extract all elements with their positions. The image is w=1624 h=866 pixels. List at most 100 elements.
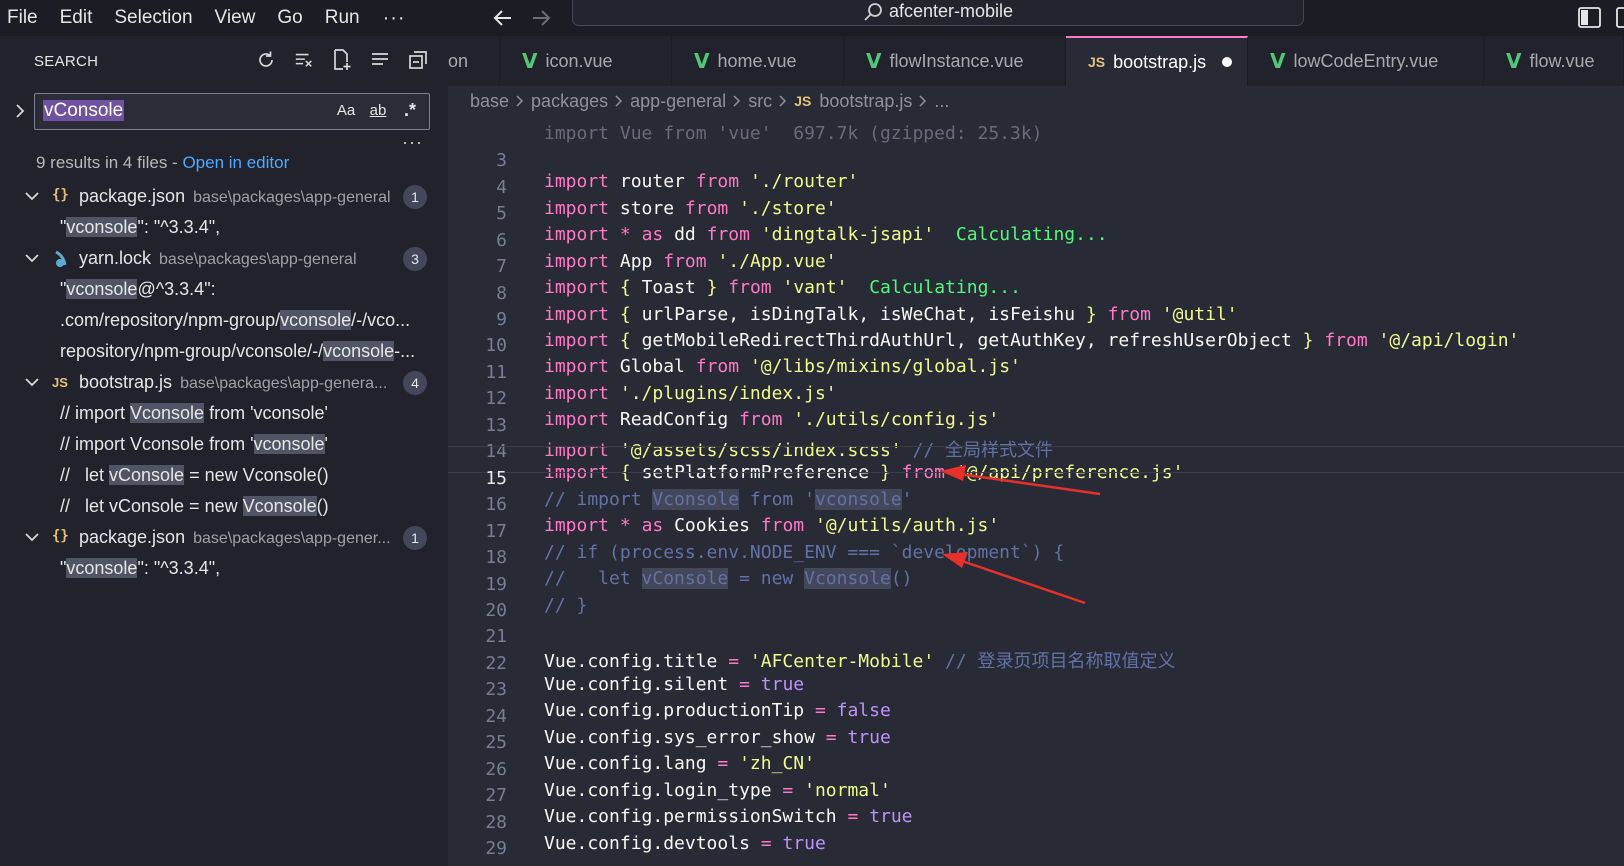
menu-view[interactable]: View	[204, 6, 267, 30]
breadcrumb-item[interactable]: packages	[531, 91, 608, 112]
chevron-down-icon[interactable]	[24, 374, 40, 390]
layout-controls	[1578, 0, 1624, 36]
match-line[interactable]: repository/npm-group/vconsole/-/vconsole…	[0, 336, 448, 367]
new-search-editor-icon[interactable]	[332, 49, 352, 71]
tab-home-vue[interactable]: V home.vue	[672, 36, 844, 86]
result-file-path: base\packages\app-general	[159, 251, 357, 268]
code-line: 16 import * as Cookies from '@/utils/aut…	[448, 473, 1624, 536]
menu-run[interactable]: Run	[314, 6, 371, 30]
chevron-right-icon	[918, 94, 928, 108]
code-line: 14 import { setPlatformPreference } from…	[448, 420, 1624, 483]
match-line[interactable]: .com/repository/npm-group/vconsole/-/vco…	[0, 305, 448, 336]
result-file-row[interactable]: {} package.json base\packages\app-gener..…	[0, 522, 448, 553]
result-file-name: bootstrap.js base\packages\app-genera...	[79, 372, 388, 392]
code-line: import Vue from 'vue' 697.7k (gzipped: 2…	[448, 116, 1624, 144]
regex-toggle[interactable]: .*	[399, 100, 421, 121]
code-line: 6 import App from './App.vue'	[448, 209, 1624, 272]
code-line: 18 // let vConsole = new Vconsole()	[448, 526, 1624, 589]
result-count-badge: 1	[403, 185, 427, 209]
breadcrumb-symbol[interactable]: ...	[934, 91, 949, 112]
chevron-down-icon[interactable]	[24, 250, 40, 266]
forward-arrow-icon[interactable]	[530, 7, 552, 29]
search-input[interactable]: vConsole	[43, 100, 125, 124]
tab-label: flow.vue	[1529, 50, 1595, 71]
match-line[interactable]: // import Vconsole from 'vconsole'	[0, 398, 448, 429]
editor-tabs: on V icon.vue V home.vue V flowInstance.…	[448, 36, 1624, 86]
code-line: 12 import ReadConfig from './utils/confi…	[448, 367, 1624, 430]
menu-go[interactable]: Go	[266, 6, 313, 30]
breadcrumb-item[interactable]: base	[470, 91, 509, 112]
tab-partial[interactable]: on	[448, 36, 500, 86]
view-as-list-icon[interactable]	[370, 49, 390, 71]
match-case-toggle[interactable]: Aa	[335, 102, 357, 119]
code-line: 24 Vue.config.sys_error_show = true	[448, 685, 1624, 748]
clear-results-icon[interactable]	[294, 49, 314, 71]
code-line: 9 import { getMobileRedirectThirdAuthUrl…	[448, 288, 1624, 351]
tab-bootstrap-js[interactable]: JS bootstrap.js	[1066, 36, 1248, 86]
whole-word-toggle[interactable]: ab	[367, 102, 389, 119]
search-options: Aa ab .*	[335, 100, 421, 121]
code-line: 10 import Global from '@/libs/mixins/glo…	[448, 314, 1624, 377]
breadcrumb-item[interactable]: src	[748, 91, 772, 112]
tab-flowinstance-vue[interactable]: V flowInstance.vue	[844, 36, 1066, 86]
code-editor[interactable]: import Vue from 'vue' 697.7k (gzipped: 2…	[448, 116, 1624, 866]
open-in-editor-link[interactable]: Open in editor	[182, 153, 289, 172]
tab-label: lowCodeEntry.vue	[1293, 50, 1439, 71]
results-summary: 9 results in 4 files - Open in editor	[36, 153, 289, 173]
result-count-badge: 3	[403, 247, 427, 271]
result-file-row[interactable]: {} package.json base\packages\app-general…	[0, 181, 448, 212]
code-line-current: 15 // import Vconsole from 'vconsole'	[448, 446, 1624, 510]
search-input-box[interactable]: vConsole Aa ab .*	[34, 93, 430, 130]
js-file-icon: JS	[794, 93, 812, 109]
tab-label: icon.vue	[545, 50, 613, 71]
code-line: 28 Vue.config.devtools = true	[448, 791, 1624, 854]
command-center[interactable]: afcenter-mobile	[572, 0, 1304, 26]
result-file-row[interactable]: JS bootstrap.js base\packages\app-genera.…	[0, 367, 448, 398]
menu-more-button[interactable]: ···	[371, 7, 418, 30]
menu-bar: File Edit Selection View Go Run ···	[0, 0, 418, 36]
code-line: 19 // }	[448, 553, 1624, 616]
tab-label: flowInstance.vue	[889, 50, 1024, 71]
menu-selection[interactable]: Selection	[103, 6, 203, 30]
line-number: 29	[485, 838, 507, 859]
code-line: 3 import router from './router'	[448, 129, 1624, 192]
unsaved-dot-icon[interactable]	[1222, 57, 1233, 67]
menu-file[interactable]: File	[0, 6, 49, 30]
collapse-all-icon[interactable]	[408, 49, 428, 71]
match-line[interactable]: "vconsole": "^3.3.4",	[0, 212, 448, 243]
toggle-search-details-button[interactable]: ···	[402, 132, 423, 153]
match-line[interactable]: // let vConsole = new Vconsole()	[0, 491, 448, 522]
code-line: 22 Vue.config.silent = true	[448, 632, 1624, 695]
result-file-row[interactable]: yarn.lock base\packages\app-general 3	[0, 243, 448, 274]
breadcrumb-item[interactable]: app-general	[630, 91, 726, 112]
toggle-sidebar-icon[interactable]	[1578, 7, 1602, 29]
sidebar-header: SEARCH	[0, 36, 448, 86]
command-center-title: afcenter-mobile	[888, 1, 1014, 21]
vue-file-icon: V	[866, 49, 882, 73]
js-file-icon: JS	[1088, 54, 1106, 70]
back-arrow-icon[interactable]	[492, 7, 514, 29]
tab-icon-vue[interactable]: V icon.vue	[500, 36, 672, 86]
code-line: 25 Vue.config.lang = 'zh_CN'	[448, 711, 1624, 774]
menu-edit[interactable]: Edit	[49, 6, 104, 30]
toggle-replace-chevron-icon[interactable]	[12, 102, 28, 118]
code-line: 8 import { urlParse, isDingTalk, isWeCha…	[448, 262, 1624, 325]
chevron-down-icon[interactable]	[24, 529, 40, 545]
code-line: 11 import './plugins/index.js'	[448, 341, 1624, 404]
tab-lowcodeentry-vue[interactable]: V lowCodeEntry.vue	[1248, 36, 1484, 86]
result-file-path: base\packages\app-genera...	[180, 375, 388, 392]
refresh-icon[interactable]	[256, 49, 276, 71]
toggle-panel-icon[interactable]	[1616, 7, 1624, 29]
navigation-arrows	[492, 0, 552, 36]
editor-area: on V icon.vue V home.vue V flowInstance.…	[448, 36, 1624, 866]
match-line[interactable]: "vconsole@^3.3.4":	[0, 274, 448, 305]
code-line: 7 import { Toast } from 'vant' Calculati…	[448, 235, 1624, 298]
match-line[interactable]: "vconsole": "^3.3.4",	[0, 553, 448, 584]
breadcrumb-file[interactable]: bootstrap.js	[819, 91, 912, 112]
chevron-down-icon[interactable]	[24, 188, 40, 204]
search-sidebar: SEARCH vConsole Aa ab .* ··· 9 results i…	[0, 36, 448, 866]
match-line[interactable]: // import Vconsole from 'vconsole'	[0, 429, 448, 460]
result-file-path: base\packages\app-general	[193, 189, 391, 206]
match-line[interactable]: // let vConsole = new Vconsole()	[0, 460, 448, 491]
tab-flow-vue[interactable]: V flow.vue	[1484, 36, 1624, 86]
